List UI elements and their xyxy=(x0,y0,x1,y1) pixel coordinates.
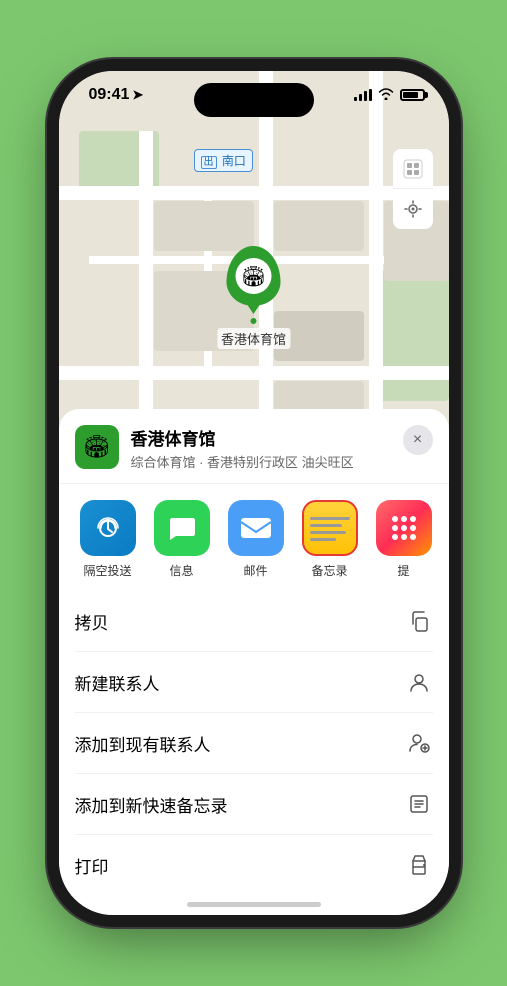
airdrop-icon-wrap xyxy=(80,500,136,556)
location-icon: ➤ xyxy=(132,87,143,103)
add-contact-label: 添加到现有联系人 xyxy=(75,731,211,756)
action-copy[interactable]: 拷贝 xyxy=(75,591,433,652)
notes-line-3 xyxy=(310,531,346,534)
venue-header: 🏟 香港体育馆 综合体育馆 · 香港特别行政区 油尖旺区 × xyxy=(59,409,449,484)
venue-description: 综合体育馆 · 香港特别行政区 油尖旺区 xyxy=(131,452,391,471)
quick-note-icon xyxy=(405,790,433,818)
clock: 09:41 xyxy=(89,86,130,104)
action-new-contact[interactable]: 新建联系人 xyxy=(75,652,433,713)
notes-icon-wrap xyxy=(302,500,358,556)
more-dot xyxy=(392,516,398,522)
exit-name: 南口 xyxy=(222,154,246,168)
more-dot xyxy=(392,534,398,540)
home-indicator xyxy=(187,902,321,907)
more-dot xyxy=(410,525,416,531)
close-button[interactable]: × xyxy=(403,425,433,455)
notes-line-1 xyxy=(310,517,350,520)
action-print[interactable]: 打印 xyxy=(75,835,433,895)
dynamic-island xyxy=(194,83,314,117)
more-dot xyxy=(410,534,416,540)
action-list: 拷贝 新建联系人 xyxy=(75,591,433,895)
share-messages[interactable]: 信息 xyxy=(145,500,219,579)
bottom-sheet: 🏟 香港体育馆 综合体育馆 · 香港特别行政区 油尖旺区 × xyxy=(59,409,449,915)
mail-label: 邮件 xyxy=(243,562,267,579)
more-dot xyxy=(410,516,416,522)
quick-note-label: 添加到新快速备忘录 xyxy=(75,792,228,817)
action-add-contact[interactable]: 添加到现有联系人 xyxy=(75,713,433,774)
more-dot-row-3 xyxy=(392,534,416,540)
copy-icon xyxy=(405,607,433,635)
more-dot xyxy=(392,525,398,531)
map-controls xyxy=(393,149,433,229)
share-row: 隔空投送 信息 邮件 xyxy=(59,484,449,591)
more-label: 提 xyxy=(397,562,409,579)
notes-label: 备忘录 xyxy=(311,562,347,579)
pin-icon: 🏟 xyxy=(235,258,271,294)
status-time: 09:41 ➤ xyxy=(89,86,144,104)
signal-icon xyxy=(354,89,372,101)
print-label: 打印 xyxy=(75,853,109,878)
share-more[interactable]: 提 xyxy=(367,500,441,579)
exit-prefix: 出 xyxy=(201,156,217,169)
add-contact-icon xyxy=(405,729,433,757)
venue-info: 香港体育馆 综合体育馆 · 香港特别行政区 油尖旺区 xyxy=(131,425,391,471)
more-dot xyxy=(401,525,407,531)
messages-icon-wrap xyxy=(154,500,210,556)
more-icon-wrap xyxy=(376,500,432,556)
more-dots xyxy=(392,516,416,540)
pin-label: 香港体育馆 xyxy=(217,328,290,349)
venue-icon: 🏟 xyxy=(75,425,119,469)
share-mail[interactable]: 邮件 xyxy=(219,500,293,579)
phone-frame: 09:41 ➤ xyxy=(59,71,449,915)
more-dot xyxy=(401,534,407,540)
airdrop-label: 隔空投送 xyxy=(83,562,131,579)
messages-label: 信息 xyxy=(169,562,193,579)
notes-lines xyxy=(304,511,356,545)
notes-line-2 xyxy=(310,524,342,527)
location-button[interactable] xyxy=(393,189,433,229)
mail-icon-wrap xyxy=(228,500,284,556)
battery-icon xyxy=(400,89,425,101)
pin-body: 🏟 xyxy=(226,246,280,306)
action-quick-note[interactable]: 添加到新快速备忘录 xyxy=(75,774,433,835)
more-dot xyxy=(401,516,407,522)
more-dot-row-2 xyxy=(392,525,416,531)
status-icons xyxy=(354,87,425,103)
new-contact-icon xyxy=(405,668,433,696)
new-contact-label: 新建联系人 xyxy=(75,670,160,695)
map-layer-button[interactable] xyxy=(393,149,433,189)
venue-name: 香港体育馆 xyxy=(131,425,391,450)
copy-label: 拷贝 xyxy=(75,609,109,634)
share-airdrop[interactable]: 隔空投送 xyxy=(71,500,145,579)
wifi-icon xyxy=(378,87,394,103)
notes-line-4 xyxy=(310,538,336,541)
share-notes[interactable]: 备忘录 xyxy=(293,500,367,579)
pin-dot xyxy=(250,318,256,324)
more-dot-row-1 xyxy=(392,516,416,522)
map-exit-label: 出 南口 xyxy=(194,149,253,172)
print-icon xyxy=(405,851,433,879)
map-pin: 🏟 香港体育馆 xyxy=(217,246,290,349)
